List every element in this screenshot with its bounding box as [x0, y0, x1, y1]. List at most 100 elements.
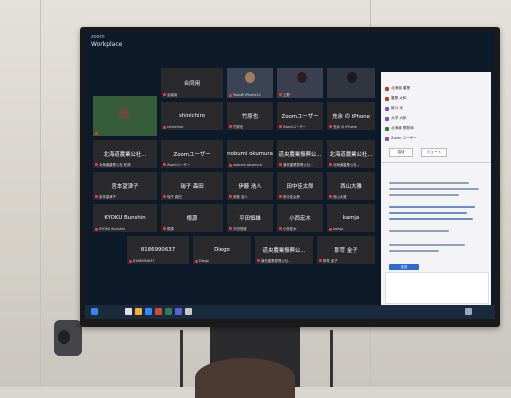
mic-muted-icon: [279, 93, 282, 96]
participant-sub-label: 北海道農業公社...: [329, 162, 360, 167]
participant-tile-video[interactable]: 上野: [277, 68, 323, 98]
participant-name: 北海道農業公社...: [329, 152, 373, 158]
participant-tile[interactable]: kamja kamja: [327, 204, 375, 232]
participant-name: 道央農業振興公...: [262, 248, 306, 254]
participant-sub-text: 根源: [167, 227, 174, 231]
participant-tile[interactable]: 那苛 金子 那苛 金子: [317, 236, 375, 264]
participant-tile-video[interactable]: [327, 68, 375, 98]
participant-list-item[interactable]: Zoom ユーザー: [385, 136, 417, 141]
participant-name: 宮本望津子: [111, 184, 139, 190]
taskbar-app-icon[interactable]: [125, 308, 132, 315]
mic-muted-icon: [229, 93, 232, 97]
participant-sub-label: Diego: [195, 259, 209, 263]
chat-message-line: [389, 194, 459, 196]
participant-tile[interactable]: shinichiro shinichiro: [161, 102, 223, 130]
mic-muted-icon: [163, 125, 166, 129]
participant-list-item[interactable]: 農業 大和: [385, 96, 407, 101]
windows-start-icon[interactable]: [91, 308, 98, 315]
folder-icon[interactable]: [135, 308, 142, 315]
mic-muted-icon: [329, 163, 332, 166]
wall-seam: [40, 0, 41, 387]
participant-tile[interactable]: 宮本望津子 宮本望津子: [93, 172, 157, 200]
participant-tile[interactable]: 道央農業振興公... 道央農業振興公社...: [255, 236, 313, 264]
participant-name: 根源: [186, 216, 198, 222]
chat-link-line[interactable]: [389, 212, 467, 214]
system-tray-icon[interactable]: [465, 308, 472, 315]
participant-sub-label: 根源: [163, 226, 174, 231]
taskbar-app-icon[interactable]: [185, 308, 192, 315]
participant-sub-label: 北海道農業公社 松原: [95, 162, 131, 167]
participant-sub-label: 西山大雅: [329, 194, 347, 199]
send-to-selector[interactable]: 全員: [389, 264, 419, 270]
participant-sub-text: 充余 の iPhone: [333, 125, 357, 129]
participant-sub-text: 伊藤 浩人: [233, 195, 248, 199]
participant-tile[interactable]: 根源 根源: [161, 204, 223, 232]
participant-name: shinichiro: [179, 113, 205, 119]
participant-list-name: 北海道 開発局: [391, 126, 414, 130]
participant-avatar-icon: [385, 96, 389, 101]
participant-tile[interactable]: 平田恒雄 平田恒雄: [227, 204, 273, 232]
mic-muted-icon: [195, 259, 198, 263]
participant-tile[interactable]: 道央農業振興公... 道央農業振興公社...: [277, 140, 323, 168]
chat-message-line: [389, 182, 469, 184]
participant-sub-label: 那苛 金子: [319, 258, 338, 263]
chat-message-line: [389, 188, 479, 190]
chat-input[interactable]: [385, 272, 489, 304]
participant-tile-video[interactable]: TakaW iPhone12: [227, 68, 273, 98]
participant-avatar-icon: [385, 136, 389, 141]
participant-sub-label: KYOKU Bunshin: [95, 227, 125, 231]
participant-name: 竹原也: [241, 114, 259, 120]
participant-tile[interactable]: 瑞子 森田 瑞子 森田: [161, 172, 223, 200]
participant-tile[interactable]: 小西宏木 小西宏木: [277, 204, 323, 232]
participant-sub-text: 道央農業振興公社...: [261, 259, 292, 263]
participant-sub-label: Zoomユーザー: [279, 124, 306, 129]
participant-sub-text: 8186990637: [133, 259, 155, 263]
participant-tile[interactable]: nobumi okumura nobumi okumura: [227, 140, 273, 168]
taskbar-app-icon[interactable]: [155, 308, 162, 315]
participant-tile[interactable]: 西山大雅 西山大雅: [327, 172, 375, 200]
chat-link-line[interactable]: [389, 206, 475, 208]
mic-muted-icon: [229, 125, 232, 128]
taskbar-app-icon[interactable]: [175, 308, 182, 315]
participant-sub-text: 北海道農業公社 松原: [99, 163, 131, 167]
participant-tile[interactable]: 北海道農業公社... 北海道農業公社...: [327, 140, 375, 168]
participant-tile-video[interactable]: [93, 96, 157, 136]
participant-tile[interactable]: Diego Diego: [193, 236, 251, 264]
zoom-icon[interactable]: [145, 308, 152, 315]
television: zoom Workplace 合同用 会議用 TakaW iPhone12 上野: [80, 27, 500, 327]
mute-all-button[interactable]: ミュート: [421, 148, 447, 157]
participant-name: 合同用: [183, 81, 201, 87]
participant-list-item[interactable]: 新川 米: [385, 106, 403, 111]
participant-sub-text: 瑞子 森田: [167, 195, 182, 199]
participant-list-item[interactable]: 北海道 農業: [385, 86, 410, 91]
zoom-screen: zoom Workplace 合同用 会議用 TakaW iPhone12 上野: [85, 32, 495, 319]
participant-tile[interactable]: 伊藤 浩人 伊藤 浩人: [227, 172, 273, 200]
participant-tile[interactable]: KYOKU Bunshin KYOKU Bunshin: [93, 204, 157, 232]
participant-name: 平田恒雄: [239, 216, 261, 222]
participant-list-item[interactable]: 大学 大和: [385, 116, 407, 121]
participant-sub-label: 会議用: [163, 92, 177, 97]
participant-sub-label: 田中佳太郎: [279, 194, 300, 199]
participant-tile[interactable]: 田中佳太郎 田中佳太郎: [277, 172, 323, 200]
participant-face: [347, 72, 357, 83]
participant-tile[interactable]: 北海道農業公社... 北海道農業公社 松原: [93, 140, 157, 168]
participant-sub-label: 平田恒雄: [229, 226, 247, 231]
invite-button[interactable]: 招待: [389, 148, 413, 157]
participant-sub-label: kamja: [329, 227, 343, 231]
participant-tile[interactable]: 8186990637 8186990637: [127, 236, 189, 264]
participant-tile[interactable]: Zoomユーザー Zoomユーザー: [277, 102, 323, 130]
participant-name: 那苛 金子: [334, 248, 358, 254]
participant-sub-text: 竹原也: [233, 125, 244, 129]
taskbar-app-icon[interactable]: [165, 308, 172, 315]
participant-sub-text: KYOKU Bunshin: [99, 227, 125, 231]
mic-muted-icon: [319, 259, 322, 262]
participant-list-item[interactable]: 北海道 開発局: [385, 126, 414, 131]
participant-sub-text: shinichiro: [167, 125, 184, 129]
participant-list-name: 農業 大和: [391, 96, 407, 100]
chat-link-line[interactable]: [389, 218, 473, 220]
participant-tile[interactable]: 充余 の iPhone 充余 の iPhone: [327, 102, 375, 130]
participant-tile[interactable]: 合同用 会議用: [161, 68, 223, 98]
participant-sub-text: 平田恒雄: [233, 227, 247, 231]
participant-tile[interactable]: 竹原也 竹原也: [227, 102, 273, 130]
participant-tile[interactable]: Zoomユーザー Zoomユーザー: [161, 140, 223, 168]
